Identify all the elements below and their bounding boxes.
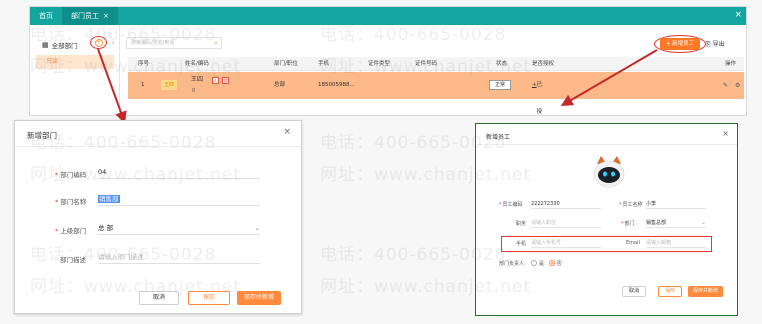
save-button[interactable]: 保存 (658, 286, 682, 297)
dept-name-value: 销售部 (98, 195, 120, 203)
close-icon[interactable]: × (283, 127, 291, 137)
radio-no[interactable]: 否 (548, 259, 562, 267)
avatar[interactable] (589, 154, 629, 194)
parent-dept-label: * 上级部门 (55, 227, 87, 235)
arrow-to-dept-dialog (97, 48, 127, 124)
parent-dept-value: 总 部 (98, 224, 114, 232)
radio-circle-selected (548, 259, 555, 266)
phone-field[interactable]: 请输入手机号 (531, 239, 601, 248)
emp-dept-label-text: 部门 (624, 221, 635, 227)
emp-dept-label: *部门 (621, 221, 635, 227)
dept-name-label: * 部门名称 (55, 198, 87, 206)
save-and-new-button[interactable]: 保存并新增 (237, 291, 281, 305)
chevron-down-icon: ⌄ (700, 219, 706, 226)
dept-desc-field[interactable]: 请输入部门描述 (98, 252, 260, 264)
dept-name-label-text: 部门名称 (60, 198, 87, 206)
parent-dept-select[interactable]: 总 部 ⌄ (98, 223, 260, 235)
arrow-to-emp-dialog (560, 49, 658, 107)
dept-owner-radio-group: 是 否 (531, 259, 562, 267)
phone-label: 手机 (516, 241, 527, 247)
radio-no-label: 否 (556, 261, 562, 267)
emp-name-label: *员工名称 (619, 202, 643, 208)
screenshot-composite: 首页 部门员工 × × ▦ 全部部门 + ‹ 只读 搜索编码/姓名/电话 ⌕ +… (0, 0, 762, 324)
email-field[interactable]: 请输入邮箱 (646, 239, 706, 248)
emp-name-label-text: 员工名称 (622, 202, 643, 208)
dialog-title: 新增员工 (486, 134, 511, 141)
chevron-down-icon: ⌄ (254, 224, 260, 232)
save-button[interactable]: 保存 (188, 291, 230, 305)
parent-dept-label-text: 上级部门 (60, 227, 87, 235)
divider (15, 146, 301, 147)
emp-code-label: *员工编码 (499, 202, 523, 208)
position-label: 职务 (516, 221, 527, 227)
emp-code-value: 222272330 (531, 201, 560, 207)
divider (476, 144, 737, 145)
new-employee-dialog: 新增员工 × *员工编码 222272330 *员工名称 小李 职务 请输入职位… (475, 123, 738, 316)
emp-code-label-text: 员工编码 (502, 202, 523, 208)
radio-circle (531, 259, 537, 266)
dept-desc-label: 部门描述 (60, 256, 86, 264)
cancel-button[interactable]: 取消 (622, 286, 646, 297)
dept-owner-label: 部门负责人 (499, 261, 525, 267)
emp-name-value: 小李 (646, 201, 657, 207)
dept-code-value: 04 (98, 168, 107, 176)
cancel-button[interactable]: 取消 (139, 291, 179, 305)
emp-name-field[interactable]: 小李 (646, 200, 706, 209)
emp-code-field[interactable]: 222272330 (531, 200, 601, 209)
dept-code-label-text: 部门编码 (60, 171, 87, 179)
emp-dept-value: 销售总部 (646, 220, 667, 226)
position-placeholder: 请输入职位 (531, 220, 557, 226)
radio-yes-label: 是 (539, 261, 545, 267)
dept-code-label: * 部门编码 (55, 171, 87, 179)
emp-dept-select[interactable]: 销售总部 ⌄ (646, 219, 706, 228)
close-icon[interactable]: × (722, 129, 729, 138)
dept-code-field[interactable]: 04 (98, 167, 260, 179)
new-department-dialog: 新增部门 × * 部门编码 04 * 部门名称 销售部 * 上级部门 总 部 ⌄ 部门描… (14, 120, 302, 314)
radio-yes[interactable]: 是 (531, 259, 545, 267)
position-field[interactable]: 请输入职位 (531, 219, 601, 228)
dialog-title: 新增部门 (27, 131, 57, 140)
dept-name-field[interactable]: 销售部 (98, 194, 260, 206)
save-and-new-button[interactable]: 保存并新增 (688, 286, 723, 297)
dept-desc-placeholder: 请输入部门描述 (98, 253, 144, 261)
email-placeholder: 请输入邮箱 (646, 240, 672, 246)
email-label: Email (626, 240, 640, 246)
phone-placeholder: 请输入手机号 (531, 240, 562, 246)
